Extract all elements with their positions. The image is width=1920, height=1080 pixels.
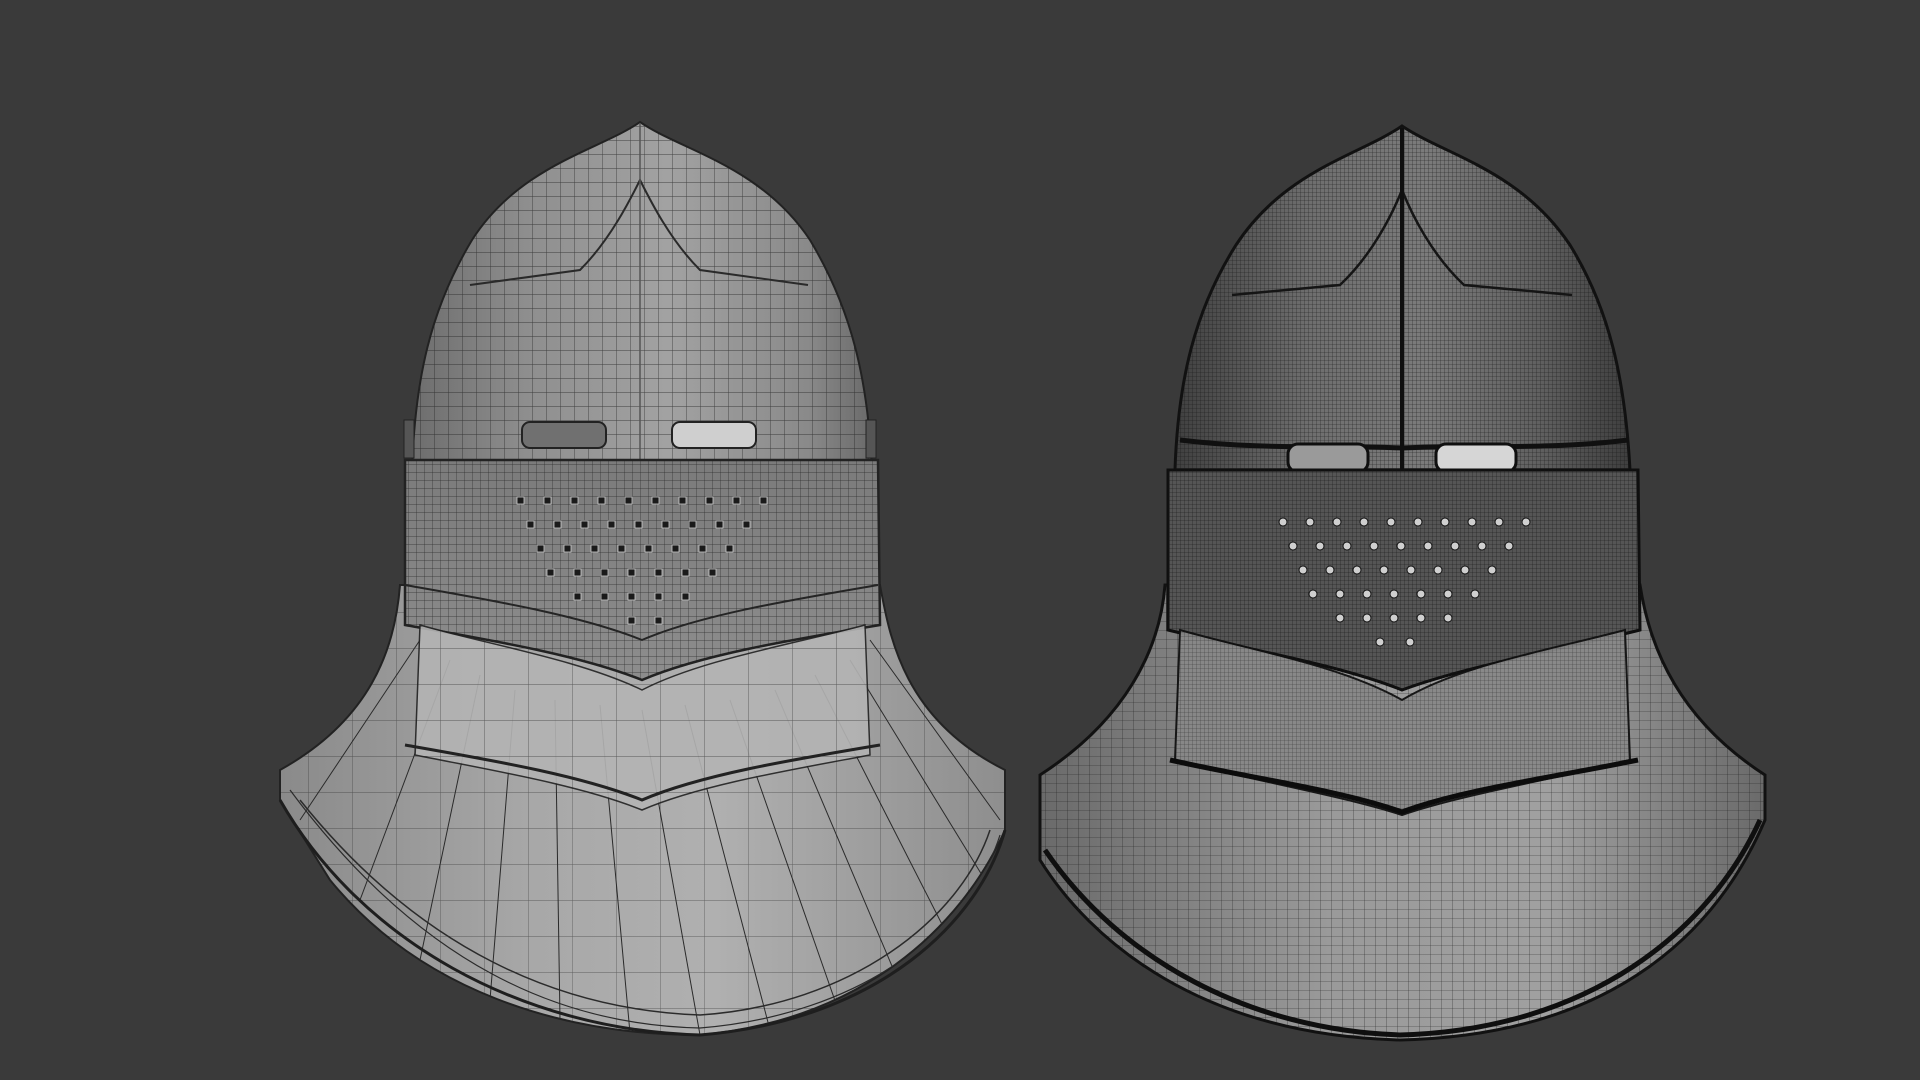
3d-viewport[interactable]: [0, 0, 1920, 1080]
viewport-canvas: [270, 110, 1780, 1050]
helmet-lowpoly[interactable]: [270, 110, 1020, 1050]
helmet-highpoly[interactable]: [1030, 110, 1780, 1050]
